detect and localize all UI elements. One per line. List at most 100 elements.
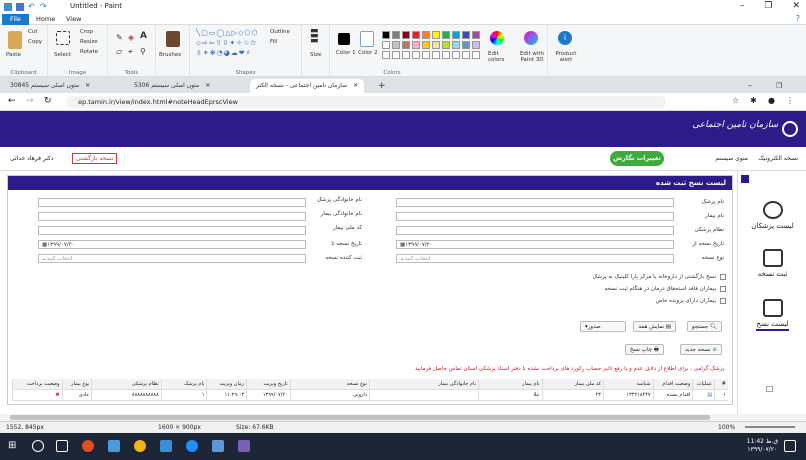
table-header-cell[interactable]: وضعیت اقدام xyxy=(652,379,693,389)
user-menu[interactable]: دکتر فرهاد خدائی xyxy=(10,155,54,162)
maximize-icon[interactable]: ❐ xyxy=(764,1,772,11)
table-header-cell[interactable]: # xyxy=(714,379,728,389)
search-taskbar-icon[interactable] xyxy=(32,440,44,452)
color2-swatch[interactable] xyxy=(360,31,374,47)
color1-button[interactable]: Color 1 xyxy=(336,50,356,56)
palette-swatch[interactable] xyxy=(422,31,430,39)
color2-button[interactable]: Color 2 xyxy=(358,50,378,56)
paint3d-icon[interactable] xyxy=(524,31,538,45)
edge-icon[interactable] xyxy=(186,440,198,452)
print-rx-button[interactable]: چاپ نسخ 🖶 xyxy=(625,344,664,355)
cut-button[interactable]: Cut xyxy=(28,29,37,35)
color1-swatch[interactable] xyxy=(338,33,350,45)
palette-swatch[interactable] xyxy=(402,31,410,39)
extensions-icon[interactable]: ✱ xyxy=(750,96,757,105)
help-icon[interactable]: ? xyxy=(796,14,800,23)
palette-swatch[interactable] xyxy=(432,31,440,39)
palette-swatch[interactable] xyxy=(412,41,420,49)
pencil-icon[interactable]: ✎ xyxy=(116,33,123,42)
table-header-cell[interactable]: نام بیمار xyxy=(478,379,541,389)
sidebar-item-new-rx[interactable]: ثبت نسخه xyxy=(738,249,806,278)
search-button[interactable]: جستجو 🔍︎ xyxy=(686,321,722,332)
palette-swatch[interactable] xyxy=(462,41,470,49)
palette-swatch[interactable] xyxy=(392,41,400,49)
fill-button[interactable]: Fill xyxy=(270,39,277,45)
browser-restore-icon[interactable]: ❐ xyxy=(770,79,788,93)
edit-paint3d-button[interactable]: Edit with Paint 3D xyxy=(516,51,548,63)
palette-swatch[interactable] xyxy=(422,41,430,49)
select-button[interactable]: Select xyxy=(54,52,71,58)
palette-swatch[interactable] xyxy=(472,41,480,49)
table-header-cell[interactable]: نوع نسخه xyxy=(289,379,369,389)
palette-swatch[interactable] xyxy=(432,41,440,49)
nav-system-menu[interactable]: منوی سیستم xyxy=(715,155,748,162)
palette-empty-swatch[interactable] xyxy=(442,51,450,59)
resize-button[interactable]: Resize xyxy=(80,39,98,45)
new-rx-button[interactable]: نسخه جدید ⊕ xyxy=(680,344,722,355)
doctor-name-field[interactable] xyxy=(396,198,674,207)
table-header-cell[interactable]: کد ملی بیمار xyxy=(541,379,603,389)
sidebar-item-rx-list[interactable]: لیست نسخ xyxy=(738,299,806,331)
edit-colors-icon[interactable] xyxy=(490,31,504,45)
palette-swatch[interactable] xyxy=(442,31,450,39)
tab-3[interactable]: سازمان تامین اجتماعی - نسخه الکتر ✕ xyxy=(250,79,365,93)
rotate-button[interactable]: Rotate xyxy=(80,49,98,55)
palette-swatch[interactable] xyxy=(442,41,450,49)
palette-empty-swatch[interactable] xyxy=(462,51,470,59)
issuer-select[interactable]: انتخاب کنید ⌄ xyxy=(38,254,306,263)
palette-swatch[interactable] xyxy=(382,31,390,39)
table-header-cell[interactable]: زمان ویزیت xyxy=(206,379,246,389)
palette-empty-swatch[interactable] xyxy=(382,51,390,59)
select-icon[interactable] xyxy=(56,31,70,45)
undo-icon[interactable]: ↶ xyxy=(28,3,36,11)
save-icon[interactable] xyxy=(16,3,24,11)
tab-1[interactable]: 30845 متون اصلی سیستم ✕ xyxy=(4,79,96,93)
tab-home[interactable]: Home xyxy=(36,15,55,23)
alert-icon[interactable]: i xyxy=(558,31,572,45)
tab-view[interactable]: View xyxy=(66,15,81,23)
new-tab-button[interactable]: + xyxy=(372,79,392,93)
reload-icon[interactable]: ↻ xyxy=(44,96,52,106)
notifications-icon[interactable] xyxy=(784,440,796,452)
tab-2[interactable]: 5306 متون اصلی سیستم ✕ xyxy=(128,79,216,93)
copy-button[interactable]: Copy xyxy=(28,39,42,45)
palette-swatch[interactable] xyxy=(462,31,470,39)
magnifier-icon[interactable]: ⚲ xyxy=(140,47,146,56)
browser-minimize-icon[interactable]: – xyxy=(742,79,758,93)
taskbar-clock[interactable]: 11:42 ق.ظ ۱۳۹۹/۰۷/۲۰ xyxy=(747,438,778,454)
close-tab-3-icon[interactable]: ✕ xyxy=(353,82,358,89)
palette-swatch[interactable] xyxy=(412,31,420,39)
menu-icon[interactable]: ⋮ xyxy=(786,96,794,105)
table-header-cell[interactable]: عملیات xyxy=(692,379,714,389)
table-cell[interactable]: ▤ xyxy=(692,390,714,400)
office-icon[interactable] xyxy=(82,440,94,452)
tab-file[interactable]: File xyxy=(2,14,29,25)
palette-empty-swatch[interactable] xyxy=(402,51,410,59)
paste-icon[interactable] xyxy=(8,31,22,49)
patient-name-field[interactable] xyxy=(396,212,674,221)
palette-empty-swatch[interactable] xyxy=(472,51,480,59)
windows-security-icon[interactable] xyxy=(212,440,224,452)
table-header-cell[interactable]: نوع بیمار xyxy=(61,379,92,389)
paste-button[interactable]: Paste xyxy=(6,52,21,58)
crop-button[interactable]: Crop xyxy=(80,29,93,35)
close-tab-1-icon[interactable]: ✕ xyxy=(85,82,90,89)
size-icon[interactable]: ▬ ▬ ▬ xyxy=(310,27,319,46)
size-button[interactable]: Size xyxy=(310,52,321,58)
shapes-gallery-row3-icon[interactable]: ⇳✶❋◔◕☁❤⚡ xyxy=(196,49,252,57)
no-entitlement-checkbox[interactable] xyxy=(720,286,726,292)
palette-swatch[interactable] xyxy=(382,41,390,49)
text-icon[interactable]: A xyxy=(140,31,147,41)
close-icon[interactable]: ✕ xyxy=(792,1,800,11)
product-alert-button[interactable]: Product alert xyxy=(550,51,582,63)
redo-icon[interactable]: ↷ xyxy=(40,3,48,11)
brush-icon[interactable] xyxy=(166,31,180,47)
palette-empty-swatch[interactable] xyxy=(422,51,430,59)
show-all-button[interactable]: نمایش همه ▤ xyxy=(633,321,676,332)
horizontal-scrollbar[interactable] xyxy=(0,414,806,421)
scrollbar-thumb[interactable] xyxy=(10,415,710,420)
nav-electronic-rx[interactable]: نسخه الکترونیک xyxy=(758,155,798,162)
back-icon[interactable]: ← xyxy=(8,96,16,106)
table-header-cell[interactable]: نظام پزشکی xyxy=(91,379,160,389)
table-row[interactable]: ۱ ▤ اقدام نشده ۱۳۴۲۱۸۴۴۷ ۲۳ علا دارویی ۱۳۹۹/۰۷/… xyxy=(12,390,728,401)
